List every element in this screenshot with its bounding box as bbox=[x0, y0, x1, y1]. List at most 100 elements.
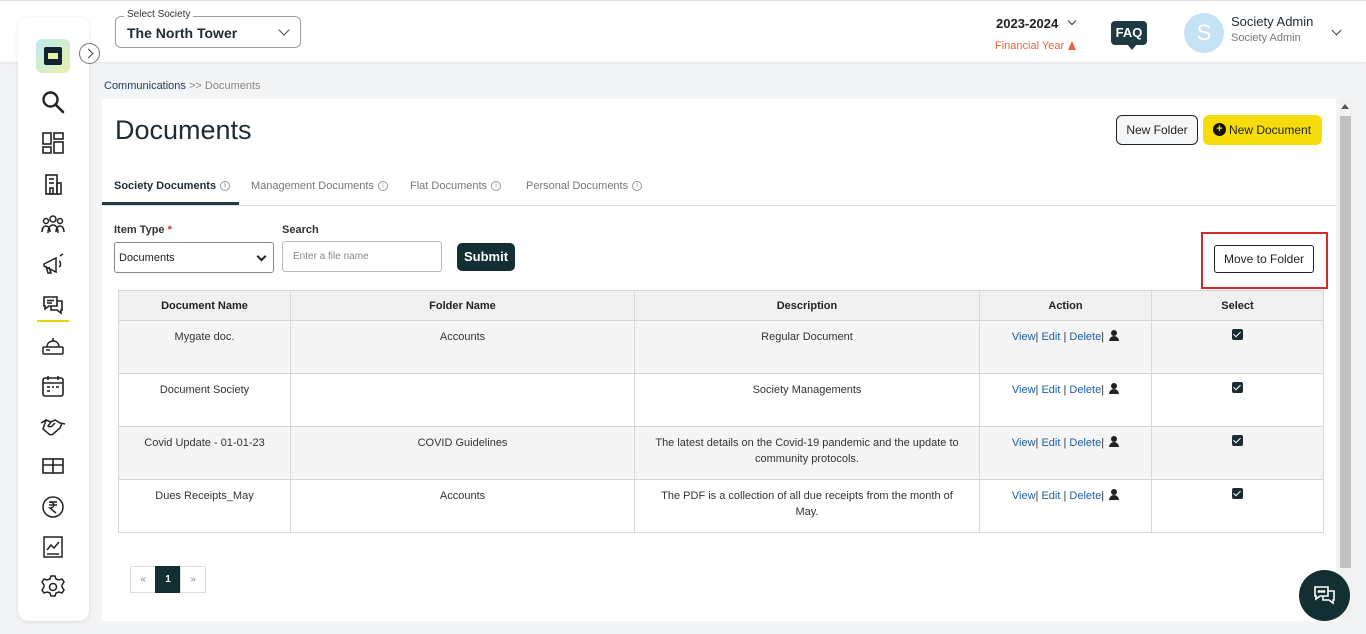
breadcrumb-parent[interactable]: Communications bbox=[104, 80, 186, 92]
sidebar bbox=[18, 17, 89, 621]
prev-page-button[interactable]: « bbox=[130, 566, 156, 593]
edit-link[interactable]: Edit bbox=[1041, 384, 1060, 396]
document-name-cell: Covid Update - 01-01-23 bbox=[118, 426, 291, 480]
view-link[interactable]: View bbox=[1012, 384, 1036, 396]
active-tab-indicator bbox=[102, 202, 239, 205]
announcements-icon[interactable] bbox=[40, 252, 66, 278]
tab-label: Personal Documents bbox=[526, 180, 629, 192]
view-link[interactable]: View bbox=[1012, 331, 1036, 343]
action-cell: View| Edit | Delete| bbox=[979, 373, 1152, 427]
building-icon[interactable] bbox=[40, 171, 66, 197]
tab-management-documents[interactable]: Management Documents i bbox=[251, 180, 388, 192]
plus-circle-icon: + bbox=[1213, 123, 1226, 136]
chat-support-button[interactable] bbox=[1299, 570, 1350, 621]
tab-society-documents[interactable]: Society Documents i bbox=[114, 180, 231, 192]
edit-link[interactable]: Edit bbox=[1041, 331, 1060, 343]
item-type-select[interactable]: Documents bbox=[114, 242, 274, 273]
tab-personal-documents[interactable]: Personal Documents i bbox=[526, 180, 643, 192]
chevron-down-icon bbox=[278, 24, 290, 36]
vendors-icon[interactable] bbox=[40, 413, 66, 439]
view-link[interactable]: View bbox=[1012, 437, 1036, 449]
edit-link[interactable]: Edit bbox=[1041, 490, 1060, 502]
column-header: Description bbox=[634, 290, 980, 321]
select-cell bbox=[1151, 373, 1324, 427]
document-name-cell: Dues Receipts_May bbox=[118, 479, 291, 533]
view-link[interactable]: View bbox=[1012, 490, 1036, 502]
scroll-up-arrow[interactable] bbox=[1341, 104, 1349, 109]
description-cell: The PDF is a collection of all due recei… bbox=[634, 479, 980, 533]
select-checkbox[interactable] bbox=[1232, 488, 1243, 499]
delete-link[interactable]: Delete bbox=[1069, 331, 1101, 343]
description-cell: The latest details on the Covid-19 pande… bbox=[634, 426, 980, 480]
documents-card: Documents New Folder + New Document Soci… bbox=[102, 99, 1336, 621]
year-select[interactable]: 2023-2024 bbox=[996, 16, 1058, 31]
user-icon[interactable] bbox=[1109, 489, 1120, 500]
select-checkbox[interactable] bbox=[1232, 329, 1243, 340]
item-type-value: Documents bbox=[119, 252, 175, 264]
action-cell: View| Edit | Delete| bbox=[979, 479, 1152, 533]
page-button-current[interactable]: 1 bbox=[155, 566, 181, 593]
info-icon: i bbox=[220, 181, 231, 192]
folder-name-cell bbox=[290, 373, 635, 427]
tab-flat-documents[interactable]: Flat Documents i bbox=[410, 180, 502, 192]
tab-label: Management Documents bbox=[251, 180, 374, 192]
info-icon: i bbox=[377, 181, 388, 192]
communications-icon[interactable] bbox=[40, 292, 66, 318]
reports-icon[interactable] bbox=[40, 534, 66, 560]
column-header: Document Name bbox=[118, 290, 291, 321]
user-icon[interactable] bbox=[1109, 330, 1120, 341]
chevron-down-icon[interactable] bbox=[1331, 25, 1342, 36]
select-checkbox[interactable] bbox=[1232, 382, 1243, 393]
action-cell: View| Edit | Delete| bbox=[979, 426, 1152, 480]
delete-link[interactable]: Delete bbox=[1069, 437, 1101, 449]
item-type-label: Item Type * bbox=[114, 224, 172, 236]
submit-button[interactable]: Submit bbox=[457, 243, 515, 271]
select-checkbox[interactable] bbox=[1232, 435, 1243, 446]
description-cell: Society Managements bbox=[634, 373, 980, 427]
helpdesk-icon[interactable] bbox=[40, 333, 66, 359]
new-document-button[interactable]: + New Document bbox=[1203, 115, 1322, 145]
action-cell: View| Edit | Delete| bbox=[979, 320, 1152, 374]
folder-name-cell: COVID Guidelines bbox=[290, 426, 635, 480]
financial-year-label: Financial Year bbox=[995, 40, 1065, 52]
faq-button[interactable]: FAQ bbox=[1111, 21, 1147, 50]
edit-link[interactable]: Edit bbox=[1041, 437, 1060, 449]
search-input[interactable] bbox=[282, 241, 442, 272]
documents-table: Document Name Folder Name Description Ac… bbox=[118, 290, 1324, 533]
column-header: Folder Name bbox=[290, 290, 635, 321]
sidebar-toggle-button[interactable] bbox=[79, 43, 100, 64]
table-row: Mygate doc. Accounts Regular Document Vi… bbox=[118, 320, 1324, 374]
delete-link[interactable]: Delete bbox=[1069, 490, 1101, 502]
top-bar: Select Society The North Tower 2023-2024… bbox=[0, 0, 1366, 62]
amenities-icon[interactable] bbox=[40, 453, 66, 479]
folder-name-cell: Accounts bbox=[290, 479, 635, 533]
calendar-icon[interactable] bbox=[40, 373, 66, 399]
residents-icon[interactable] bbox=[40, 212, 66, 238]
app-logo[interactable] bbox=[36, 39, 70, 73]
column-header: Select bbox=[1151, 290, 1324, 321]
society-select-label: Select Society bbox=[124, 9, 194, 20]
page-title: Documents bbox=[115, 115, 252, 145]
society-select-value: The North Tower bbox=[127, 25, 238, 41]
new-folder-button[interactable]: New Folder bbox=[1116, 115, 1198, 145]
society-select[interactable]: Select Society The North Tower bbox=[115, 9, 301, 48]
info-icon: i bbox=[491, 181, 502, 192]
next-page-button[interactable]: » bbox=[180, 566, 206, 593]
table-row: Covid Update - 01-01-23 COVID Guidelines… bbox=[118, 426, 1324, 480]
new-document-label: New Document bbox=[1229, 123, 1312, 137]
settings-icon[interactable] bbox=[40, 574, 66, 600]
table-row: Dues Receipts_May Accounts The PDF is a … bbox=[118, 479, 1324, 533]
move-to-folder-button[interactable]: Move to Folder bbox=[1214, 245, 1314, 273]
user-role: Society Admin bbox=[1231, 32, 1301, 44]
avatar[interactable]: S bbox=[1184, 13, 1224, 53]
rupee-icon[interactable] bbox=[40, 494, 66, 520]
chevron-down-icon[interactable] bbox=[1067, 16, 1077, 26]
scrollbar-thumb[interactable] bbox=[1340, 116, 1351, 568]
table-row: Document Society Society Managements Vie… bbox=[118, 373, 1324, 427]
user-icon[interactable] bbox=[1109, 383, 1120, 394]
column-header: Action bbox=[979, 290, 1152, 321]
dashboard-icon[interactable] bbox=[40, 130, 66, 156]
user-icon[interactable] bbox=[1109, 436, 1120, 447]
search-icon[interactable] bbox=[40, 89, 66, 115]
delete-link[interactable]: Delete bbox=[1069, 384, 1101, 396]
